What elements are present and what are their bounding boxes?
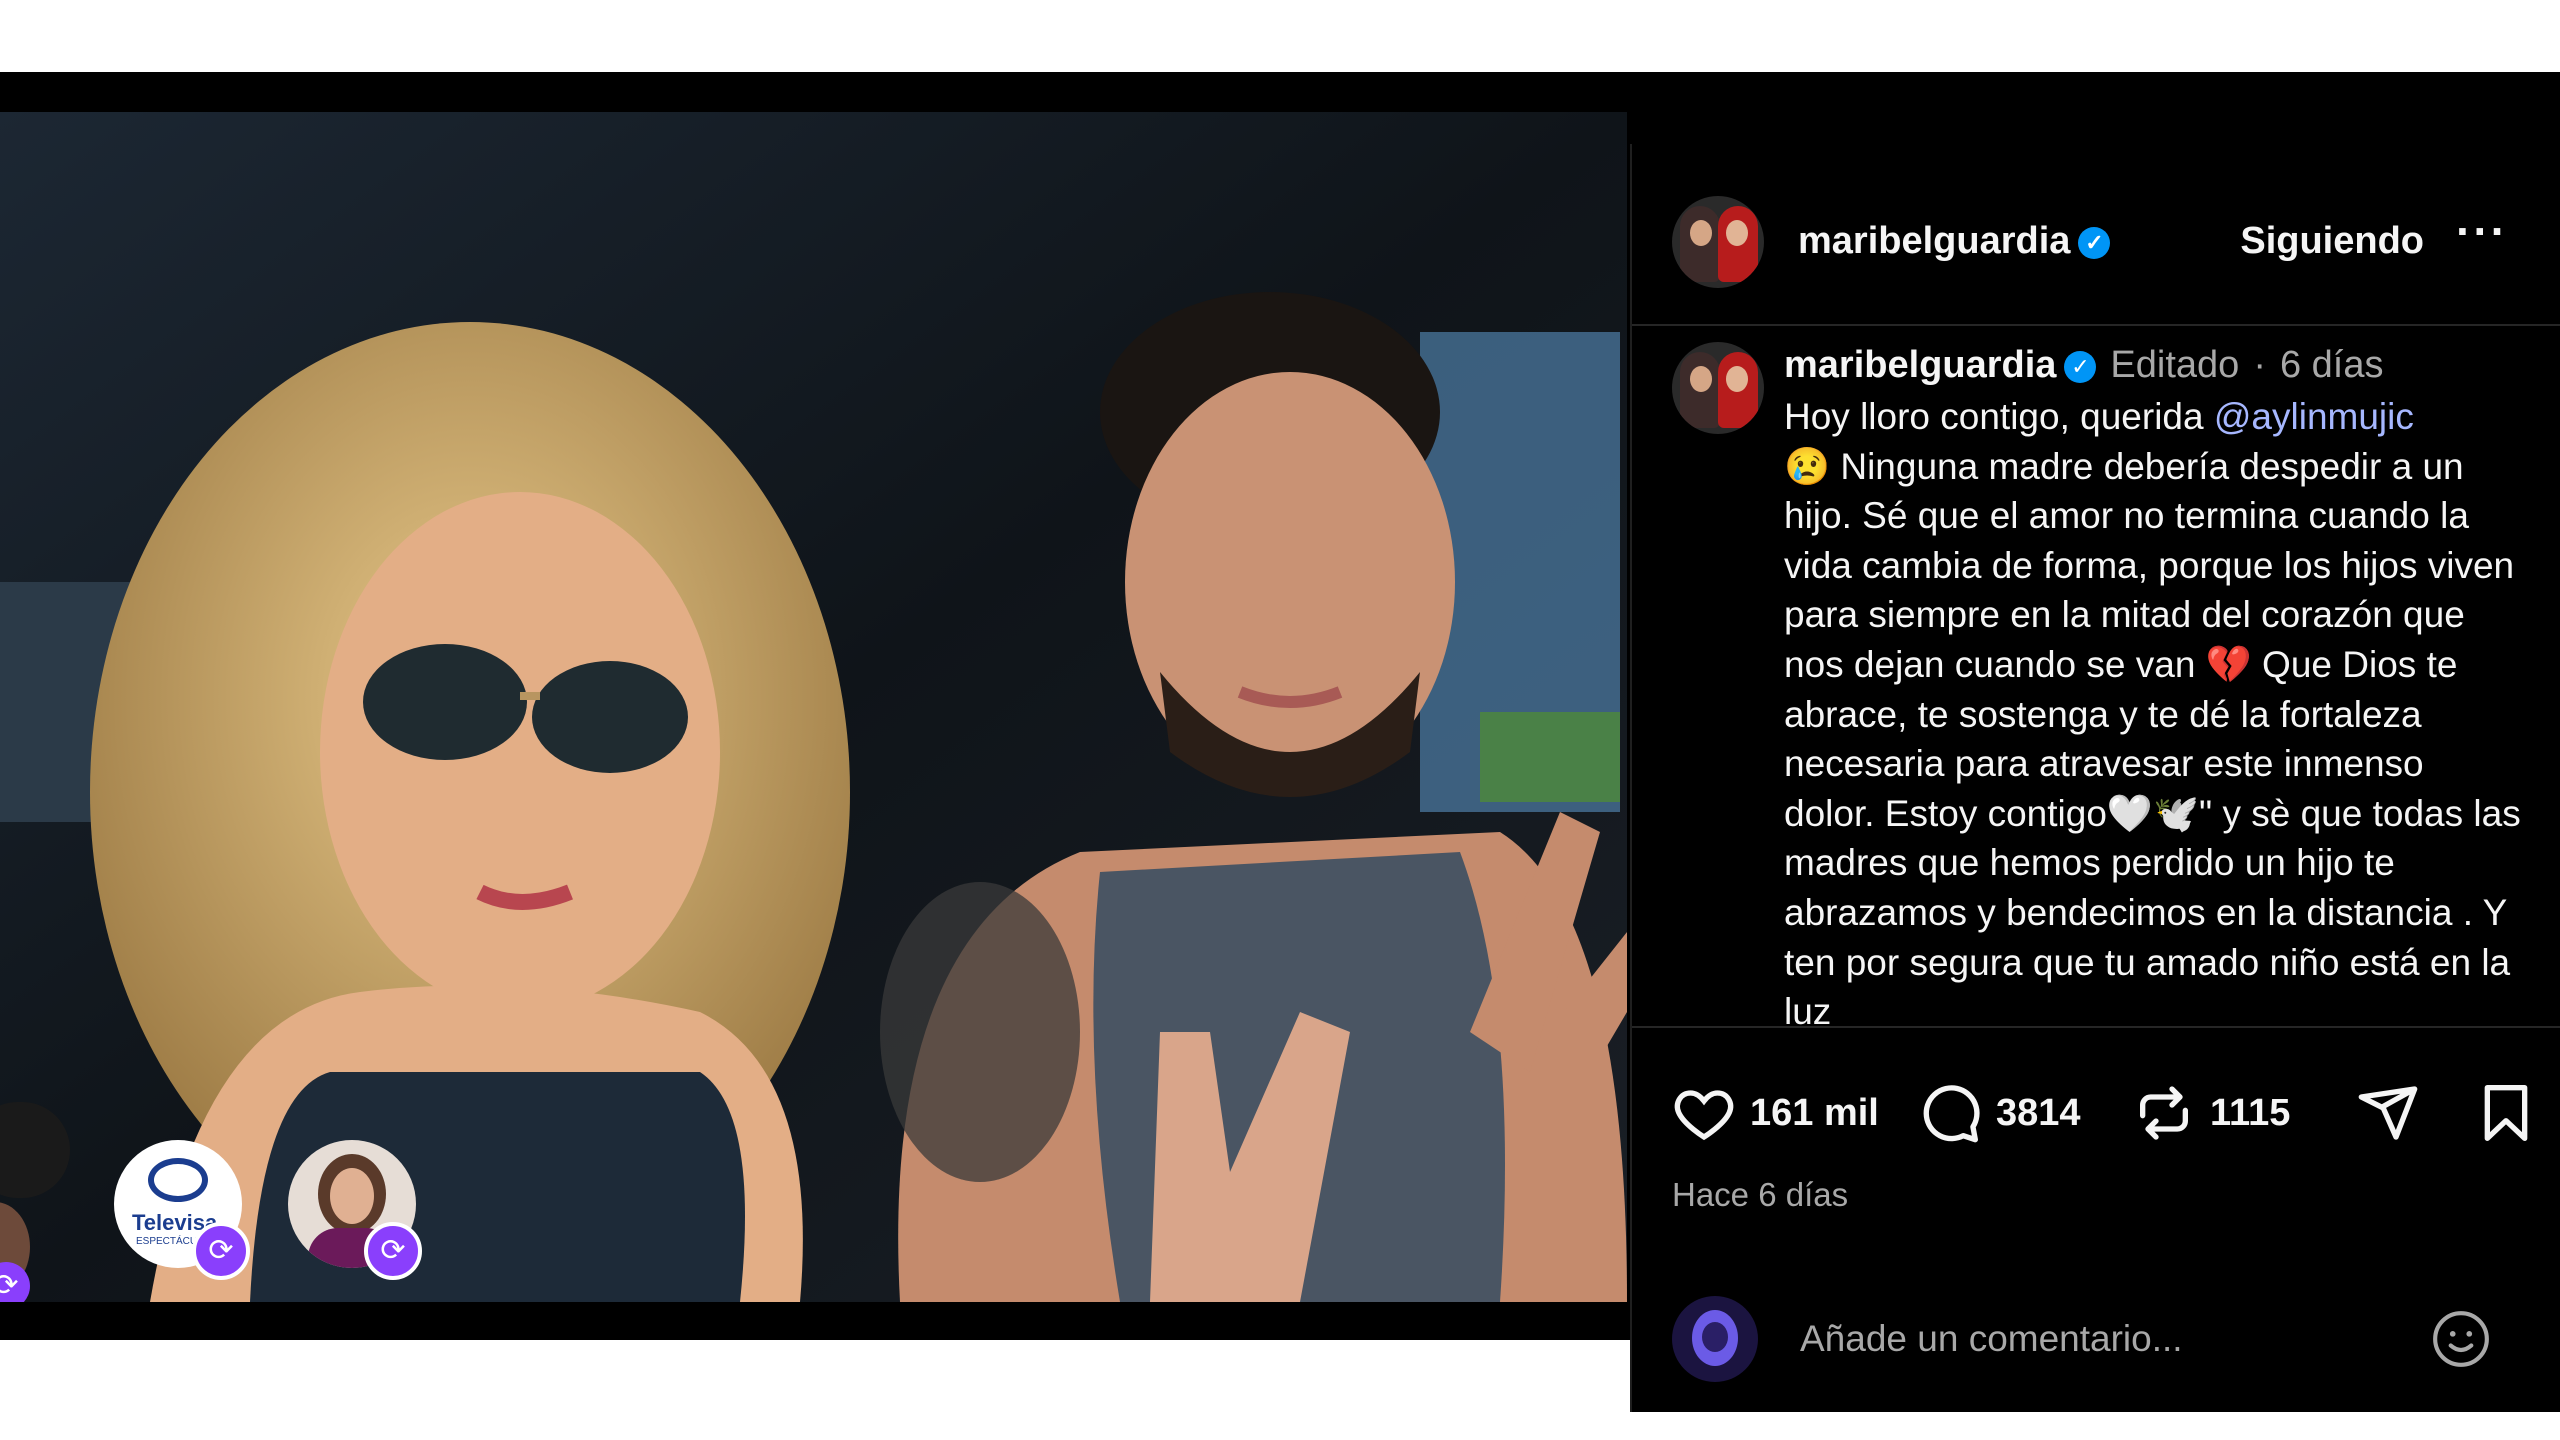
repost-badge-icon: ⟳ <box>192 1222 250 1280</box>
post-timestamp[interactable]: Hace 6 días <box>1672 1176 1848 1214</box>
caption-scroll-area[interactable]: maribelguardia ✓ Editado · 6 días Hoy lloro … <box>1632 326 2560 1026</box>
caption-username[interactable]: maribelguardia <box>1784 344 2056 386</box>
author-avatar[interactable] <box>1672 196 1764 288</box>
comment-icon <box>1923 1085 1980 1143</box>
meta-separator: · <box>2253 344 2266 386</box>
like-count[interactable]: 161 mil <box>1750 1092 1879 1135</box>
action-bar: 161 mil 3814 1115 Hace 6 días <box>1632 1026 2560 1250</box>
share-button[interactable] <box>2356 1078 2420 1148</box>
caption-text: Hoy lloro contigo, querida @aylinmujic 😢… <box>1784 396 2521 1026</box>
comment-input[interactable] <box>1798 1306 2402 1372</box>
like-button[interactable]: 161 mil <box>1672 1078 1879 1148</box>
edited-label: Editado <box>2110 344 2240 386</box>
bookmark-icon <box>2484 1085 2528 1141</box>
televisa-logo-icon <box>148 1158 208 1202</box>
post-header: maribelguardia ✓ Siguiendo ··· <box>1632 144 2560 326</box>
repost-icon <box>2140 1086 2188 1140</box>
viewer-avatar <box>1672 1296 1758 1382</box>
author-username[interactable]: maribelguardia ✓ <box>1798 220 2111 263</box>
mention-link[interactable]: @aylinmujic <box>2214 396 2414 437</box>
caption-header: maribelguardia ✓ Editado · 6 días <box>1784 344 2384 387</box>
repost-button[interactable]: 1115 <box>2132 1078 2290 1148</box>
photo-illustration <box>0 112 1627 1302</box>
heart-icon <box>1674 1090 1734 1141</box>
verified-badge-icon: ✓ <box>2078 226 2111 259</box>
instagram-post-modal: ⟳ ● Televisa ESPECTÁCULOS ⟳ ⟳ maribelgua… <box>0 72 2560 1412</box>
more-options-icon[interactable]: ··· <box>2456 204 2508 258</box>
following-button[interactable]: Siguiendo <box>2240 220 2424 263</box>
comment-count[interactable]: 3814 <box>1996 1092 2081 1135</box>
post-photo[interactable]: ⟳ ● Televisa ESPECTÁCULOS ⟳ ⟳ <box>0 112 1627 1302</box>
repost-count[interactable]: 1115 <box>2210 1092 2290 1135</box>
emoji-icon[interactable] <box>2430 1308 2492 1370</box>
comment-composer <box>1632 1254 2560 1412</box>
save-button[interactable] <box>2474 1078 2538 1148</box>
repost-badge-icon: ⟳ <box>364 1222 422 1280</box>
post-side-panel: maribelguardia ✓ Siguiendo ··· maribelgua… <box>1630 144 2560 1412</box>
verified-badge-icon: ✓ <box>2064 350 2097 383</box>
caption-age[interactable]: 6 días <box>2280 344 2384 386</box>
send-icon <box>2358 1086 2418 1140</box>
caption-author-avatar[interactable] <box>1672 342 1764 434</box>
comment-button[interactable]: 3814 <box>1918 1078 2081 1148</box>
